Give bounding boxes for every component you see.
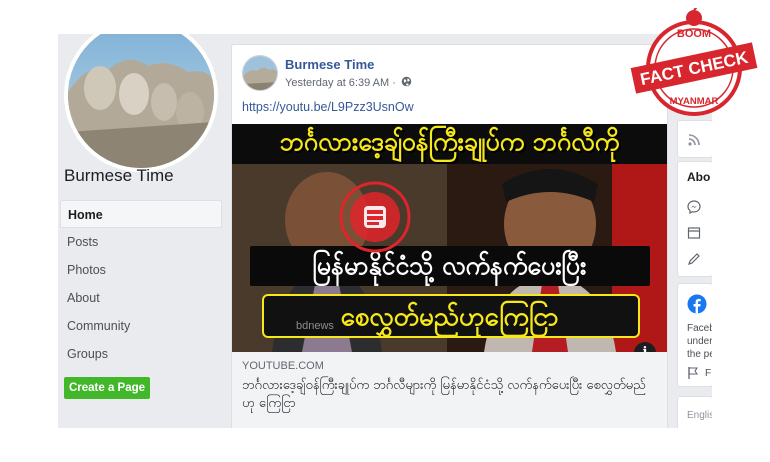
post-author-avatar[interactable] [242,55,278,91]
link-preview-title: ဘင်္ဂလားဒေ့ချ်ဝန်ကြီးချုပ်က ဘင်္ဂလီများက… [242,378,646,411]
boom-fact-check-stamp: BOOM FACT CHECK MYANMAR [630,8,758,116]
nav-item-groups[interactable]: Groups [60,340,222,368]
messenger-icon [687,200,701,214]
page-nav: Home Posts Photos About Community Groups [60,200,222,368]
window-icon [687,227,701,239]
globe-icon [401,76,412,87]
profile-image [68,34,214,168]
rss-icon [688,134,700,146]
page-title: Burmese Time [64,166,174,185]
nav-item-photos[interactable]: Photos [60,256,222,284]
language-card: Englis [677,396,712,428]
post-timestamp[interactable]: Yesterday at 6:39 AM · [285,76,412,89]
facebook-info-line-3: the pe [687,349,712,360]
thumbnail-headline-2: မြန်မာနိုင်ငံသို့ လက်နက်ပေးပြီး [312,251,587,280]
flag-label[interactable]: F [705,367,711,380]
thumbnail-headline-3: စေလွှတ်မည်ဟုကြေငြာ [340,302,559,332]
language-text[interactable]: Englis [687,409,712,422]
about-heading: Abo [687,170,711,184]
link-preview[interactable]: YOUTUBE.COM ဘင်္ဂလားဒေ့ချ်ဝန်ကြီးချုပ်က … [232,352,667,428]
nav-item-home[interactable]: Home [60,200,222,228]
create-page-button[interactable]: Create a Page [64,377,150,399]
thumbnail-watermark: bdnews [296,320,334,332]
flag-icon [688,367,699,379]
post-author-name[interactable]: Burmese Time [285,57,374,72]
post-time-text: Yesterday at 6:39 AM · [285,77,399,89]
red-seal-logo [339,181,411,253]
nav-item-about[interactable]: About [60,284,222,312]
facebook-info-line-2: under [687,336,712,347]
facebook-info-card: Faceb under the pe F [677,283,712,387]
post-link[interactable]: https://youtu.be/L9Pzz3UsnOw [242,100,414,114]
facebook-page: Burmese Time Home Posts Photos About Com… [58,34,712,428]
pencil-icon [688,253,700,265]
stamp-bottom-text: MYANMAR [670,96,719,107]
stamp-top-text: BOOM [677,28,711,40]
nav-item-community[interactable]: Community [60,312,222,340]
post-card: Burmese Time Yesterday at 6:39 AM · http… [231,44,668,428]
about-card: Abo [677,161,712,277]
right-card-top [677,120,712,158]
video-thumbnail[interactable]: ဘင်္ဂလားဒေ့ချ်ဝန်ကြီးချုပ်က ဘင်္ဂလီကို မ… [232,124,667,352]
page-profile-picture[interactable] [64,34,218,172]
facebook-icon [687,294,707,314]
avatar-image [243,56,277,90]
link-preview-domain: YOUTUBE.COM [242,360,324,372]
nav-item-posts[interactable]: Posts [60,228,222,256]
facebook-info-line-1: Faceb [687,323,712,334]
thumbnail-headline-1: ဘင်္ဂလားဒေ့ချ်ဝန်ကြီးချုပ်က ဘင်္ဂလီကို [279,127,620,156]
